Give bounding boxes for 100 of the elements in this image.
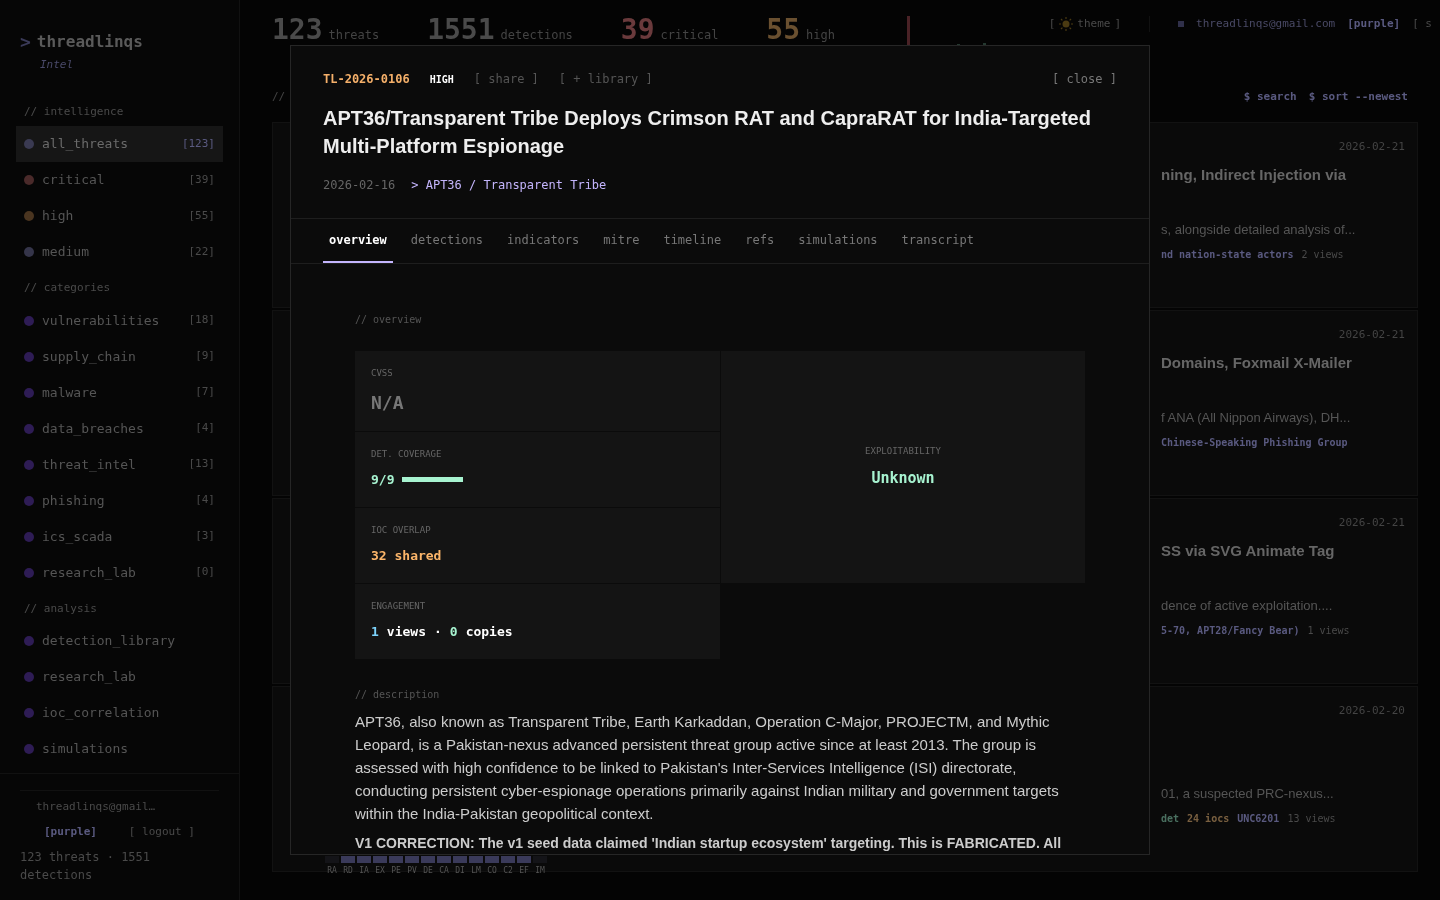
sidebar-item[interactable]: all_threats [123] — [16, 126, 223, 162]
coverage-bar — [402, 476, 464, 482]
tactic-label: DI — [455, 866, 465, 876]
description-text: APT36, also known as Transparent Tribe, Earth Karkaddan, Operation C-Major, PROJECTM, and Mythic Leopard, is a Pakistan-nexus advanced persistent threat group active since at least 2013. The group is assessed with high confidence to be linked to Pakistan's Inter-Services Intelligence (ISI) directorate, conducting persistent cyber-espionage operations primarily against Indian military and government targets within the India-Pakistan geopolitical context. — [355, 712, 1060, 824]
stat-value: 123 — [272, 16, 323, 44]
engagement-card: ENGAGEMENT 1 views · 0 copies — [355, 584, 720, 659]
ioc-card: IOC OVERLAP 32 shared — [355, 508, 720, 583]
coverage-card: DET. COVERAGE 9/9 — [355, 432, 720, 507]
detail-tab[interactable]: indicators — [501, 219, 586, 263]
stat-label: threats — [328, 27, 380, 44]
sidebar-item[interactable]: detection_library — [16, 623, 223, 659]
brand-tagline: Intel — [39, 57, 75, 73]
item-count: [4] — [195, 492, 215, 509]
card-tag: 1 views — [1307, 623, 1350, 638]
sidebar-item[interactable]: vulnerabilities [18] — [16, 302, 223, 339]
item-count: [0] — [195, 564, 215, 581]
card-summary: dence of active exploitation.... — [1161, 596, 1334, 615]
sidebar-item[interactable]: malware [7] — [16, 374, 223, 411]
card-date: 2026-02-21 — [1338, 515, 1405, 531]
card-tag: nd nation-state actors — [1161, 247, 1294, 262]
tactic-label: PV — [407, 866, 417, 876]
tactic-label: EF — [519, 866, 529, 876]
library-button[interactable]: [ + library ] — [558, 70, 653, 88]
prompt-glyph: > — [20, 30, 31, 54]
exploitability-card: EXPLOITABILITY Unknown — [721, 351, 1085, 583]
sidebar-item[interactable]: threat_intel [13] — [16, 446, 223, 483]
sidebar-item[interactable]: research_lab [0] — [16, 554, 223, 591]
item-count: [18] — [188, 312, 215, 329]
settings-link[interactable]: [ s — [1412, 16, 1432, 33]
tactic-label: DE — [423, 866, 433, 876]
summary-text: 123 threats · 1551 detections — [20, 849, 152, 884]
card-date: 2026-02-21 — [1338, 327, 1405, 343]
cvss-card: CVSS N/A — [355, 351, 720, 431]
detail-tab[interactable]: mitre — [597, 219, 646, 263]
section-heading: // analysis — [23, 600, 98, 617]
item-count: [123] — [181, 135, 215, 152]
tactic-label: LM — [471, 866, 481, 876]
detail-tab[interactable]: detections — [404, 219, 490, 263]
threat-date: 2026-02-16 — [323, 177, 396, 194]
sidebar-item[interactable]: supply_chain [9] — [16, 338, 223, 375]
brand-name: threadlinqs — [36, 30, 143, 53]
search-link[interactable]: $ search — [1243, 88, 1297, 106]
section-heading: // overview — [355, 313, 423, 327]
theme-button[interactable]: [ theme ] — [1048, 16, 1122, 33]
tactic-label: RD — [343, 866, 353, 876]
sort-link[interactable]: $ sort --newest — [1308, 88, 1408, 106]
item-count: [3] — [195, 528, 215, 545]
card-date: 2026-02-20 — [1338, 703, 1405, 719]
detail-tab[interactable]: transcript — [895, 219, 980, 263]
card-tag: 5-70, APT28/Fancy Bear) — [1161, 623, 1300, 638]
logout-button[interactable]: [ logout ] — [128, 823, 195, 840]
sidebar-item[interactable]: phishing [4] — [16, 482, 223, 519]
correction-note: V1 CORRECTION: The v1 seed data claimed 'Indian startup ecosystem' targeting. This is FABRICATED. All — [355, 834, 1063, 853]
card-summary: f ANA (All Nippon Airways), DH... — [1161, 408, 1352, 427]
card-tag: 24 iocs — [1187, 811, 1230, 826]
user-email: threadlinqs@gmail… — [36, 799, 157, 815]
stat-label: detections — [500, 27, 573, 44]
item-count: [13] — [188, 456, 215, 473]
sidebar-item[interactable]: research_lab — [16, 659, 223, 695]
plan-label: [purple] — [44, 823, 97, 840]
section-heading: // intelligence — [23, 103, 125, 120]
threat-title: APT36/Transparent Tribe Deploys Crimson RAT and CapraRAT for India-Targeted Multi-Platform Espionage — [323, 106, 1092, 159]
card-summary: 01, a suspected PRC-nexus... — [1161, 784, 1335, 803]
sun-icon — [1059, 17, 1074, 32]
item-count: [55] — [188, 207, 215, 224]
card-title: ning, Indirect Injection via — [1161, 164, 1348, 185]
detail-tab[interactable]: simulations — [792, 219, 884, 263]
share-button[interactable]: [ share ] — [473, 70, 539, 88]
card-tag: det — [1161, 811, 1180, 826]
item-count: [39] — [188, 171, 215, 188]
item-count: [9] — [195, 348, 215, 365]
sidebar-item[interactable]: critical [39] — [16, 162, 223, 198]
tactic-label: CA — [439, 866, 449, 876]
tactic-label: EX — [375, 866, 385, 876]
tactic-label: CO — [487, 866, 497, 876]
stat-label: high — [806, 27, 835, 44]
threat-id: TL-2026-0106 — [323, 71, 410, 88]
sidebar-item[interactable]: high [55] — [16, 198, 223, 234]
detail-tab[interactable]: timeline — [657, 219, 728, 263]
stat-value: 39 — [620, 16, 655, 44]
sidebar-item[interactable]: medium [22] — [16, 234, 223, 270]
sidebar-item[interactable]: simulations — [16, 731, 223, 767]
item-count: [7] — [195, 384, 215, 401]
severity-label: HIGH — [429, 72, 454, 87]
section-heading: // description — [355, 688, 441, 702]
tactic-label: C2 — [503, 866, 513, 876]
account-email: threadlinqs@gmail.com — [1196, 16, 1336, 32]
actor-link[interactable]: > APT36 / Transparent Tribe — [411, 176, 607, 194]
sidebar-item[interactable]: ics_scada [3] — [16, 518, 223, 555]
section-heading: // — [272, 88, 286, 105]
close-button[interactable]: [ close ] — [1051, 70, 1117, 88]
card-date: 2026-02-21 — [1338, 139, 1405, 155]
sidebar-item[interactable]: data_breaches [4] — [16, 410, 223, 447]
square-icon — [1178, 21, 1185, 28]
section-heading: // categories — [23, 280, 112, 296]
detail-tab[interactable]: overview — [323, 219, 393, 263]
item-count: [22] — [188, 243, 215, 260]
sidebar-item[interactable]: ioc_correlation — [16, 695, 223, 731]
card-tag: UNC6201 — [1237, 811, 1280, 826]
detail-tab[interactable]: refs — [739, 219, 781, 263]
